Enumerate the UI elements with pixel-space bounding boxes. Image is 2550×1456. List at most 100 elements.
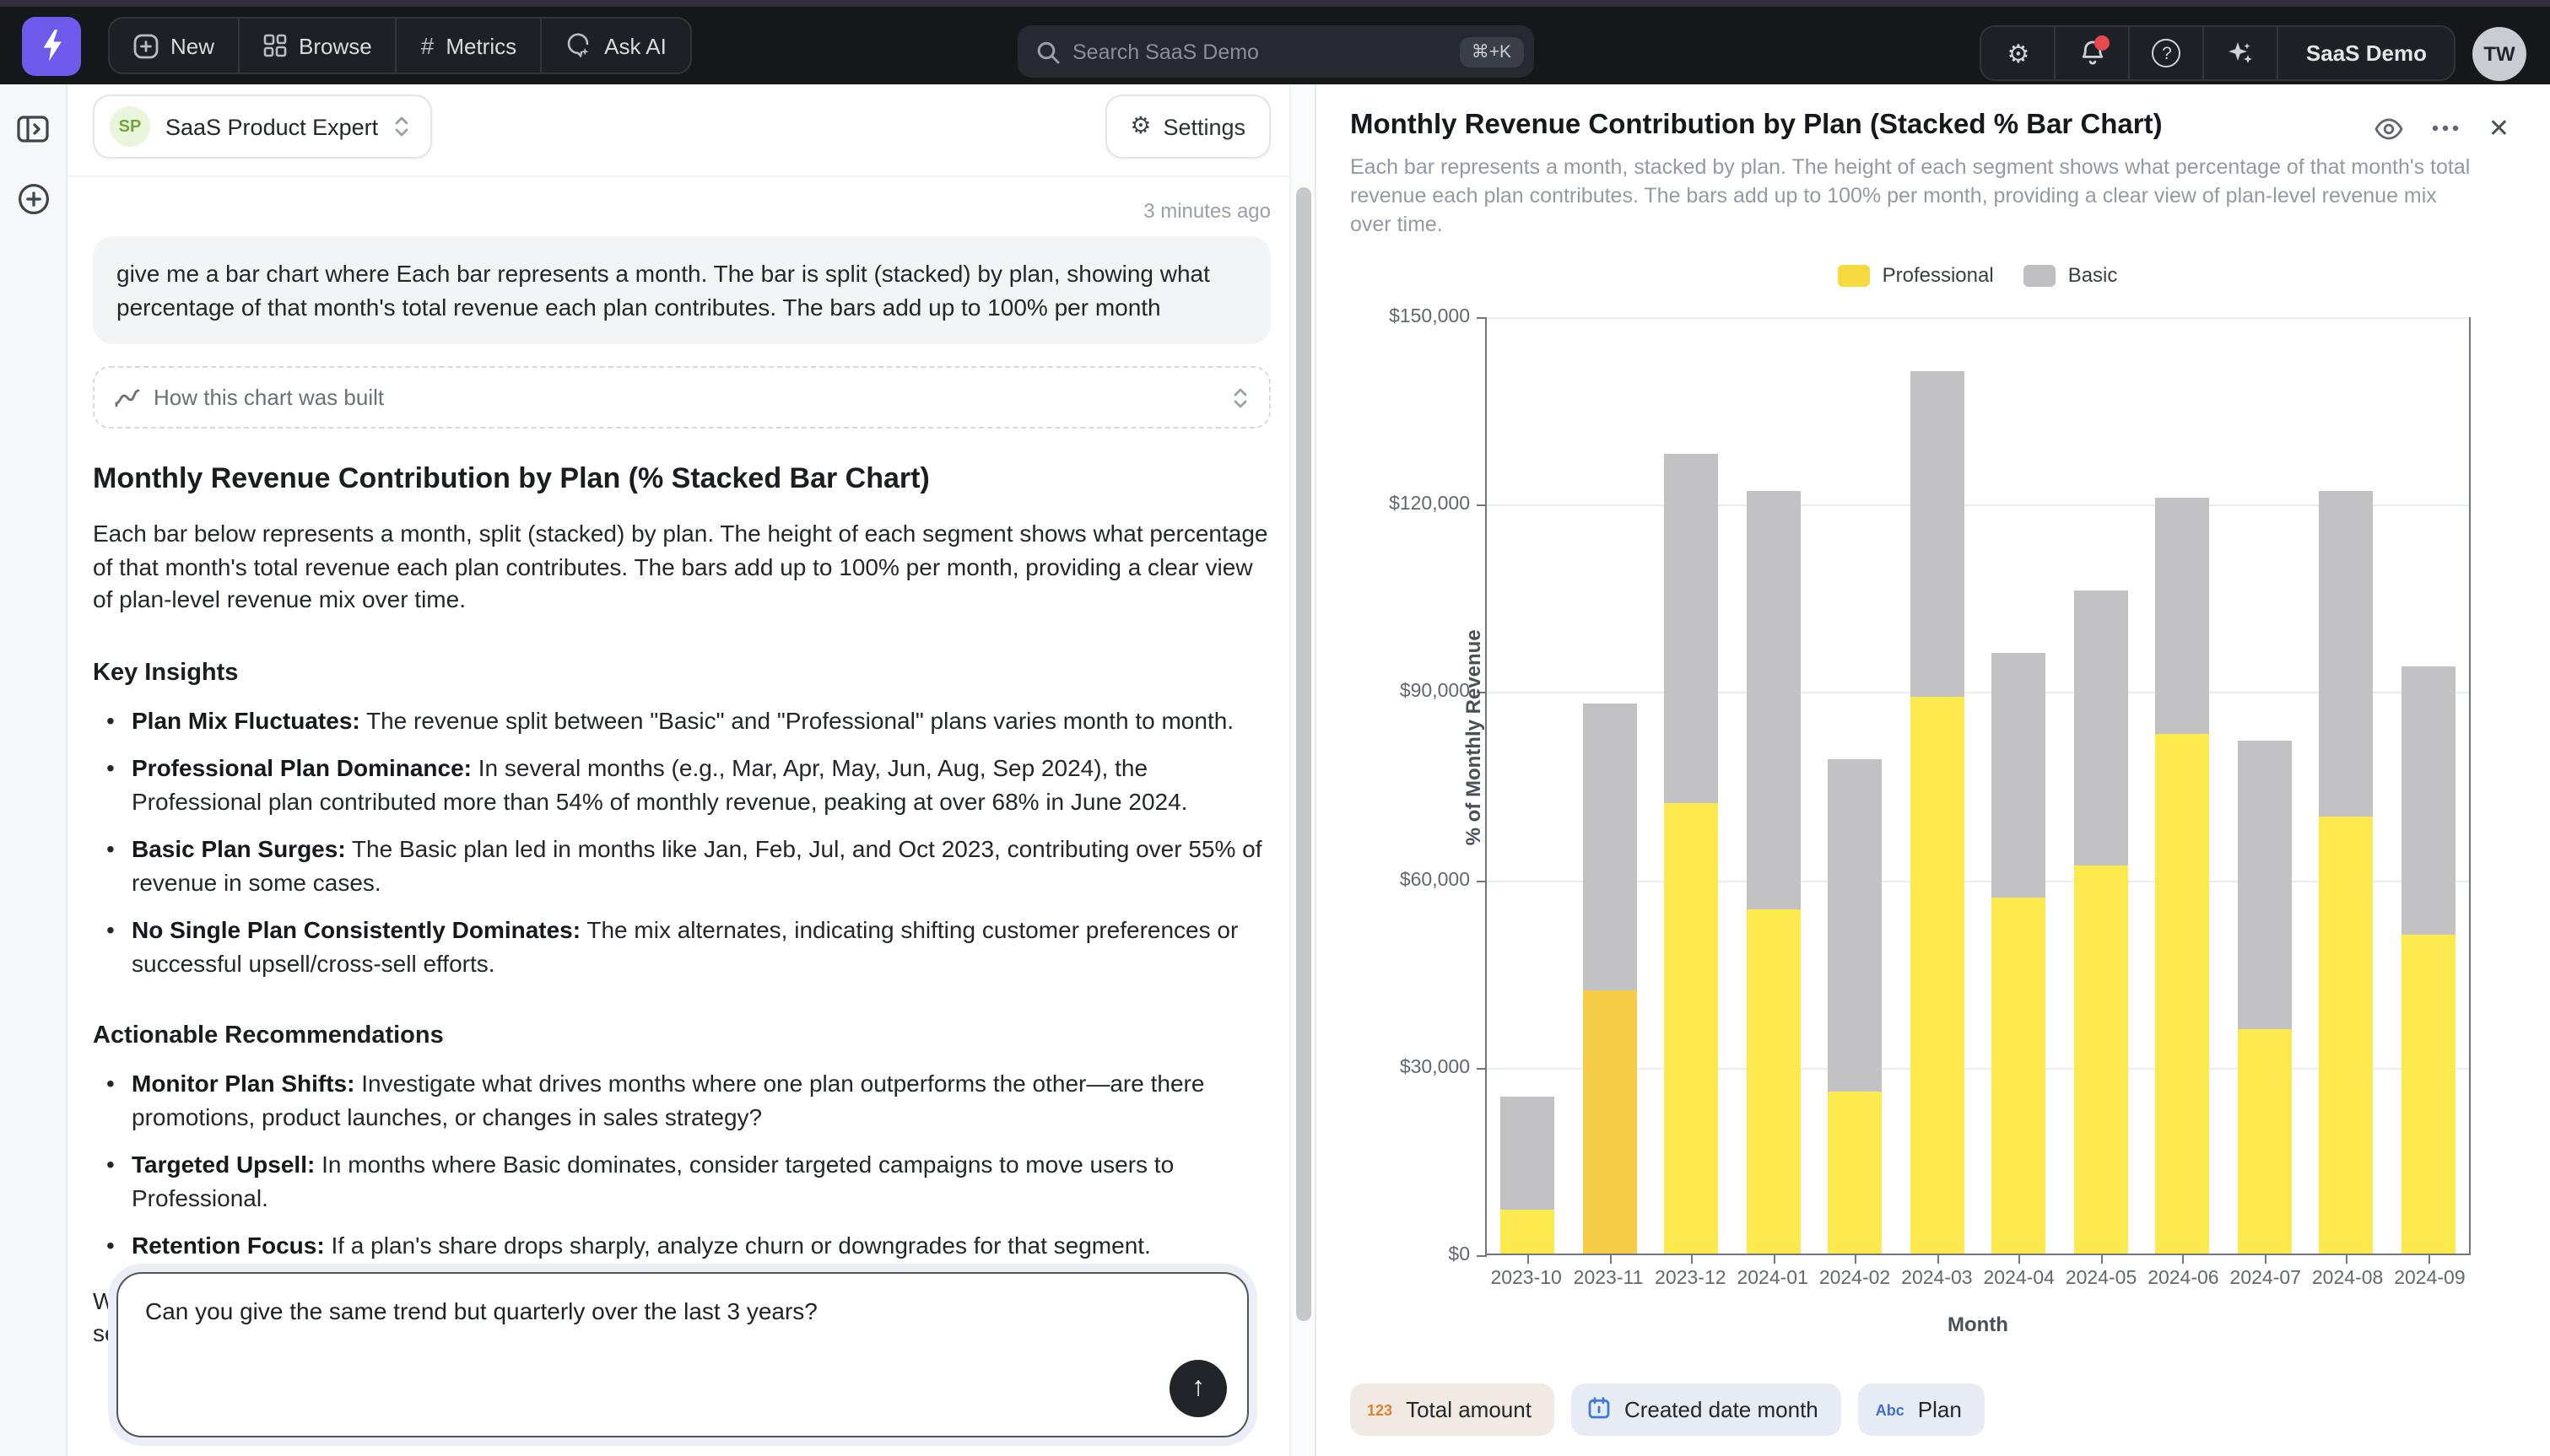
chart-built-expander[interactable]: How this chart was built bbox=[93, 366, 1271, 429]
y-tick-mark bbox=[1477, 504, 1487, 506]
bar-segment-professional[interactable] bbox=[2320, 816, 2374, 1254]
help-button[interactable]: ? bbox=[2131, 27, 2205, 79]
stacked-bar-2023-10[interactable] bbox=[1501, 1097, 1555, 1254]
nav-label-metrics: Metrics bbox=[446, 33, 516, 58]
response-title: Monthly Revenue Contribution by Plan (% … bbox=[93, 462, 1271, 496]
bar-segment-professional[interactable] bbox=[2401, 935, 2455, 1254]
x-tick-mark bbox=[2428, 1255, 2430, 1264]
message-timestamp: 3 minutes ago bbox=[93, 199, 1271, 223]
bar-segment-professional[interactable] bbox=[1501, 1210, 1555, 1254]
bar-segment-professional[interactable] bbox=[2074, 866, 2128, 1254]
bullet-item: Professional Plan Dominance: In several … bbox=[93, 752, 1271, 818]
bullet-item: No Single Plan Consistently Dominates: T… bbox=[93, 914, 1271, 980]
x-tick-label: 2023-11 bbox=[1567, 1269, 1649, 1289]
section-heading: Actionable Recommendations bbox=[93, 1022, 1271, 1049]
metrics-button[interactable]: # Metrics bbox=[397, 19, 542, 73]
bar-segment-basic[interactable] bbox=[1665, 453, 1719, 803]
number-field-icon: 123 bbox=[1367, 1401, 1392, 1418]
chevron-updown-icon bbox=[1232, 386, 1249, 409]
bar-segment-basic[interactable] bbox=[1747, 491, 1801, 910]
stacked-bar-2024-01[interactable] bbox=[1747, 491, 1801, 1254]
ai-sparkles-button[interactable] bbox=[2205, 27, 2279, 79]
bar-segment-basic[interactable] bbox=[1583, 704, 1637, 991]
bar-segment-basic[interactable] bbox=[2401, 666, 2455, 935]
bar-segment-professional[interactable] bbox=[1829, 1091, 1883, 1254]
x-tick-label: 2024-06 bbox=[2142, 1269, 2224, 1289]
app-logo[interactable] bbox=[22, 16, 81, 75]
user-message-bubble: give me a bar chart where Each bar repre… bbox=[93, 236, 1271, 344]
stacked-bar-2024-09[interactable] bbox=[2401, 666, 2455, 1254]
x-tick-mark bbox=[2183, 1255, 2185, 1264]
workspace-menu[interactable]: SaaS Demo bbox=[2279, 27, 2454, 79]
stacked-bar-2024-03[interactable] bbox=[1910, 372, 1964, 1254]
notifications-button[interactable] bbox=[2056, 27, 2131, 79]
chip-plan[interactable]: AbcPlan bbox=[1859, 1383, 1985, 1436]
x-tick-label: 2024-02 bbox=[1813, 1269, 1895, 1289]
chat-settings-button[interactable]: ⚙ Settings bbox=[1105, 94, 1271, 159]
bar-segment-professional[interactable] bbox=[1747, 909, 1801, 1254]
chat-star-icon bbox=[565, 32, 592, 59]
search-input[interactable]: Search SaaS Demo ⌘+K bbox=[1017, 25, 1533, 78]
stacked-bar-2024-06[interactable] bbox=[2156, 497, 2210, 1254]
chip-label: Total amount bbox=[1406, 1397, 1532, 1422]
chat-scrollbar-track bbox=[1289, 84, 1315, 1456]
stacked-bar-2024-08[interactable] bbox=[2320, 491, 2374, 1254]
legend-swatch bbox=[1839, 264, 1871, 286]
chip-created-date-month[interactable]: Created date month bbox=[1572, 1383, 1842, 1436]
stacked-bar-2024-07[interactable] bbox=[2238, 741, 2292, 1254]
bar-segment-basic[interactable] bbox=[2156, 497, 2210, 735]
stacked-bar-2024-05[interactable] bbox=[2074, 590, 2128, 1254]
ask-ai-button[interactable]: Ask AI bbox=[542, 19, 690, 73]
stacked-bar-2024-02[interactable] bbox=[1829, 759, 1883, 1254]
preview-eye-button[interactable] bbox=[2375, 117, 2404, 139]
bar-segment-professional[interactable] bbox=[1910, 697, 1964, 1254]
settings-gear-button[interactable]: ⚙ bbox=[1982, 27, 2056, 79]
agent-selector[interactable]: SP SaaS Product Expert bbox=[93, 94, 432, 159]
composer-input[interactable]: Can you give the same trend but quarterl… bbox=[118, 1274, 1247, 1350]
nav-label-browse: Browse bbox=[299, 33, 372, 58]
bar-segment-professional[interactable] bbox=[2238, 1028, 2292, 1254]
new-chat-button[interactable] bbox=[16, 182, 50, 224]
bar-segment-basic[interactable] bbox=[2074, 590, 2128, 866]
chat-scrollbar-thumb[interactable] bbox=[1296, 187, 1311, 1321]
user-avatar[interactable]: TW bbox=[2472, 26, 2526, 80]
send-button[interactable]: ↑ bbox=[1170, 1360, 1227, 1417]
chart-panel-actions: ✕ bbox=[2375, 113, 2509, 143]
hash-icon: # bbox=[421, 32, 435, 59]
legend-item-professional[interactable]: Professional bbox=[1839, 263, 1994, 287]
bar-segment-basic[interactable] bbox=[1992, 653, 2046, 897]
x-tick-label: 2024-01 bbox=[1732, 1269, 1813, 1289]
bar-segment-basic[interactable] bbox=[1910, 372, 1964, 697]
nav-button-group: New Browse # Metrics Ask AI bbox=[108, 17, 692, 74]
nav-label-ask-ai: Ask AI bbox=[604, 33, 667, 58]
bar-segment-professional[interactable] bbox=[2156, 735, 2210, 1254]
bar-slot bbox=[2223, 317, 2305, 1254]
text-field-icon: Abc bbox=[1876, 1401, 1904, 1418]
arrow-up-icon: ↑ bbox=[1191, 1373, 1205, 1404]
browse-button[interactable]: Browse bbox=[240, 19, 397, 73]
chat-header: SP SaaS Product Expert ⚙ Settings bbox=[93, 84, 1271, 159]
stacked-bar-2023-12[interactable] bbox=[1665, 453, 1719, 1254]
bar-segment-professional[interactable] bbox=[1992, 897, 2046, 1254]
panel-toggle-button[interactable] bbox=[17, 115, 49, 152]
grid-icon bbox=[263, 34, 287, 57]
new-button[interactable]: New bbox=[110, 19, 240, 73]
stacked-bar-2024-04[interactable] bbox=[1992, 653, 2046, 1254]
close-panel-button[interactable]: ✕ bbox=[2488, 113, 2509, 143]
legend-item-basic[interactable]: Basic bbox=[2024, 263, 2118, 287]
bar-slot bbox=[1978, 317, 2060, 1254]
bar-segment-professional[interactable] bbox=[1583, 991, 1637, 1254]
x-tick-mark bbox=[2347, 1255, 2348, 1264]
bar-segment-basic[interactable] bbox=[1501, 1097, 1555, 1210]
stacked-bar-2023-11[interactable] bbox=[1583, 704, 1637, 1254]
legend-label: Professional bbox=[1883, 263, 1994, 287]
bullet-item: Retention Focus: If a plan's share drops… bbox=[93, 1230, 1271, 1263]
chip-total-amount[interactable]: 123 Total amount bbox=[1350, 1383, 1555, 1436]
legend-label: Basic bbox=[2068, 263, 2118, 287]
more-options-button[interactable] bbox=[2433, 125, 2460, 132]
bar-segment-basic[interactable] bbox=[2320, 491, 2374, 816]
bar-segment-basic[interactable] bbox=[2238, 741, 2292, 1028]
response-intro: Each bar below represents a month, split… bbox=[93, 518, 1271, 617]
bar-segment-professional[interactable] bbox=[1665, 803, 1719, 1254]
bar-segment-basic[interactable] bbox=[1829, 759, 1883, 1091]
